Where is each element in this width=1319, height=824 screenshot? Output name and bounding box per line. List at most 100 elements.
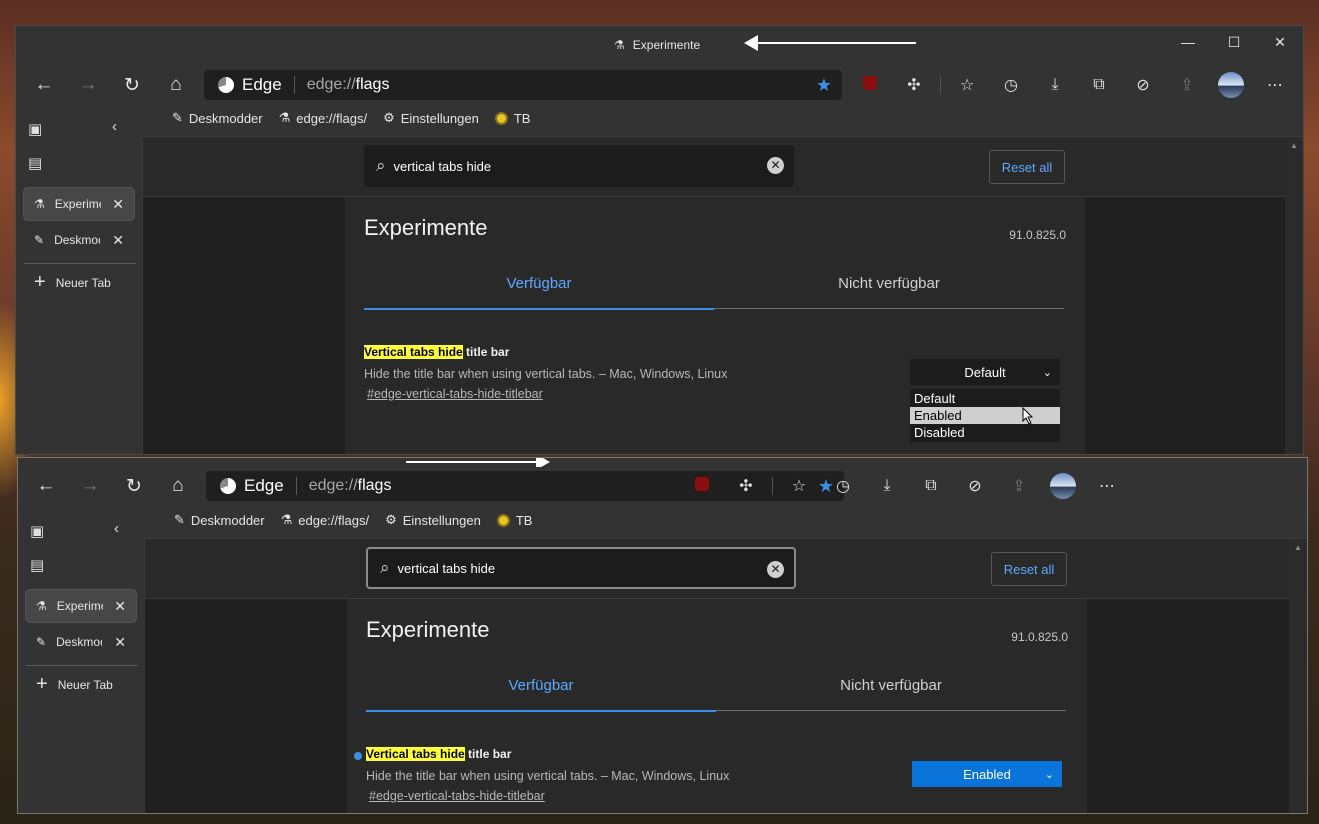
profile-avatar[interactable] xyxy=(1041,473,1085,499)
collections-icon[interactable]: ⧉ xyxy=(1077,76,1121,94)
profile-avatar[interactable] xyxy=(1209,72,1253,98)
reset-all-button[interactable]: Reset all xyxy=(989,150,1065,184)
collections-icon[interactable]: ⧉ xyxy=(909,477,953,495)
extensions-icon[interactable]: ✣ xyxy=(892,75,936,95)
bookmark-flags[interactable]: ⚗ edge://flags/ xyxy=(279,110,367,126)
option-default[interactable]: Default xyxy=(910,390,1060,407)
title-bar[interactable]: ⚗ Experimente — ☐ ✕ xyxy=(16,26,1303,66)
share-icon[interactable]: ⇪ xyxy=(1165,75,1209,95)
flag-link[interactable]: #edge-vertical-tabs-hide-titlebar xyxy=(369,789,545,803)
close-tab-icon[interactable]: ✕ xyxy=(112,196,124,213)
bookmark-deskmodder[interactable]: ✎ Deskmodder xyxy=(174,512,265,528)
gear-icon: ⚙ xyxy=(383,110,395,125)
reset-all-button[interactable]: Reset all xyxy=(991,552,1067,586)
option-enabled[interactable]: Enabled xyxy=(910,407,1060,424)
scroll-up-icon[interactable]: ▲ xyxy=(1289,543,1307,552)
tab-actions-icon[interactable]: ▣ xyxy=(28,120,42,138)
refresh-icon[interactable]: ↻ xyxy=(112,467,156,505)
tab-available[interactable]: Verfügbar xyxy=(364,275,714,292)
performance-icon[interactable]: ⊘ xyxy=(1121,75,1165,95)
workspace-icon[interactable]: ▤ xyxy=(30,556,44,574)
experiments-panel: Experimente 91.0.825.0 Verfügbar Nicht v… xyxy=(345,197,1085,454)
chevron-down-icon: ⌄ xyxy=(1044,768,1054,781)
history-icon[interactable]: ◷ xyxy=(821,476,865,496)
sidebar-tab-deskmodder[interactable]: ✎ Deskmodder ✕ xyxy=(24,224,134,256)
page-content: ⌕ vertical tabs hide ✕ Reset all Experim… xyxy=(144,538,1307,813)
toolbar: ← → ↻ ⌂ Edge edge://flags ★ ✣ ☆ ◷ ⤓ ⧉ ⊘ … xyxy=(16,66,1303,104)
search-row: ⌕ vertical tabs hide ✕ Reset all xyxy=(143,137,1285,197)
share-icon[interactable]: ⇪ xyxy=(997,476,1041,496)
tab-actions-icon[interactable]: ▣ xyxy=(30,522,44,540)
refresh-icon[interactable]: ↻ xyxy=(110,66,154,104)
flag-select[interactable]: Default ⌄ xyxy=(910,359,1060,385)
downloads-icon[interactable]: ⤓ xyxy=(1033,76,1077,94)
flag-title: Vertical tabs hide title bar xyxy=(366,747,512,761)
window-title-text: Experimente xyxy=(632,38,701,52)
extensions-icon[interactable]: ✣ xyxy=(724,476,768,496)
bookmark-settings[interactable]: ⚙ Einstellungen xyxy=(385,512,481,528)
maximize-icon[interactable]: ☐ xyxy=(1211,26,1257,58)
ublock-icon[interactable] xyxy=(680,476,724,496)
scroll-up-icon[interactable]: ▲ xyxy=(1285,141,1303,150)
toolbar-icons: ✣ ☆ ◷ ⤓ ⧉ ⊘ ⇪ ⋯ xyxy=(680,473,1129,499)
more-icon[interactable]: ⋯ xyxy=(1085,476,1129,496)
sidebar-divider xyxy=(26,665,138,666)
sidebar-tab-experimente[interactable]: ⚗ Experimente ✕ xyxy=(24,188,134,220)
tab-unavailable[interactable]: Nicht verfügbar xyxy=(714,275,1064,292)
favorites-icon[interactable]: ☆ xyxy=(945,75,989,95)
search-input[interactable]: ⌕ vertical tabs hide ✕ xyxy=(364,145,794,187)
address-bar[interactable]: Edge edge://flags ★ xyxy=(204,70,842,100)
search-input[interactable]: ⌕ vertical tabs hide ✕ xyxy=(366,547,796,589)
bookmark-tb[interactable]: TB xyxy=(494,111,530,126)
new-tab-button[interactable]: + Neuer Tab xyxy=(34,271,111,294)
home-icon[interactable]: ⌂ xyxy=(154,66,198,104)
star-icon[interactable]: ★ xyxy=(816,75,832,96)
close-tab-icon[interactable]: ✕ xyxy=(114,598,126,615)
tab-available[interactable]: Verfügbar xyxy=(366,677,716,694)
collapse-sidebar-icon[interactable]: ‹ xyxy=(114,520,119,537)
scrollbar[interactable]: ▲ xyxy=(1289,539,1307,813)
bookmark-tb[interactable]: TB xyxy=(496,513,532,528)
clear-icon[interactable]: ✕ xyxy=(767,561,784,578)
new-tab-button[interactable]: + Neuer Tab xyxy=(36,673,113,696)
favorites-icon[interactable]: ☆ xyxy=(777,476,821,496)
bookmark-flags[interactable]: ⚗ edge://flags/ xyxy=(281,512,369,528)
clear-icon[interactable]: ✕ xyxy=(767,157,784,174)
minimize-icon[interactable]: — xyxy=(1165,26,1211,58)
bookmarks-bar: ✎ Deskmodder ⚗ edge://flags/ ⚙ Einstellunge… xyxy=(156,103,1303,133)
gear-icon: ⚙ xyxy=(385,512,397,527)
more-icon[interactable]: ⋯ xyxy=(1253,75,1297,95)
tab-unavailable[interactable]: Nicht verfügbar xyxy=(716,677,1066,694)
flag-select[interactable]: Enabled ⌄ xyxy=(912,761,1062,787)
close-tab-icon[interactable]: ✕ xyxy=(114,634,126,651)
flag-select-dropdown: Default Enabled Disabled xyxy=(910,389,1060,442)
flag-link[interactable]: #edge-vertical-tabs-hide-titlebar xyxy=(367,387,543,401)
scrollbar[interactable]: ▲ xyxy=(1285,137,1303,454)
bookmark-deskmodder[interactable]: ✎ Deskmodder xyxy=(172,110,263,126)
sidebar-divider xyxy=(24,263,136,264)
ublock-icon[interactable] xyxy=(848,75,892,95)
version-label: 91.0.825.0 xyxy=(1011,630,1068,644)
bookmark-settings[interactable]: ⚙ Einstellungen xyxy=(383,110,479,126)
toolbar-separator xyxy=(772,477,773,495)
caption-buttons: — ☐ ✕ xyxy=(1165,26,1303,58)
forward-icon[interactable]: → xyxy=(68,467,112,505)
pen-icon: ✎ xyxy=(174,512,185,527)
back-icon[interactable]: ← xyxy=(22,66,66,104)
option-disabled[interactable]: Disabled xyxy=(910,424,1060,441)
close-icon[interactable]: ✕ xyxy=(1257,26,1303,58)
annotation-arrow-right xyxy=(406,458,550,470)
edge-logo-icon xyxy=(218,77,234,93)
performance-icon[interactable]: ⊘ xyxy=(953,476,997,496)
back-icon[interactable]: ← xyxy=(24,467,68,505)
history-icon[interactable]: ◷ xyxy=(989,75,1033,95)
collapse-sidebar-icon[interactable]: ‹ xyxy=(112,118,117,135)
forward-icon[interactable]: → xyxy=(66,66,110,104)
downloads-icon[interactable]: ⤓ xyxy=(865,477,909,495)
home-icon[interactable]: ⌂ xyxy=(156,467,200,505)
workspace-icon[interactable]: ▤ xyxy=(28,154,42,172)
tab-strip: Verfügbar Nicht verfügbar xyxy=(364,271,1064,310)
sidebar-tab-deskmodder[interactable]: ✎ Deskmodder ✕ xyxy=(26,626,136,658)
sidebar-tab-experimente[interactable]: ⚗ Experimente ✕ xyxy=(26,590,136,622)
close-tab-icon[interactable]: ✕ xyxy=(112,232,124,249)
